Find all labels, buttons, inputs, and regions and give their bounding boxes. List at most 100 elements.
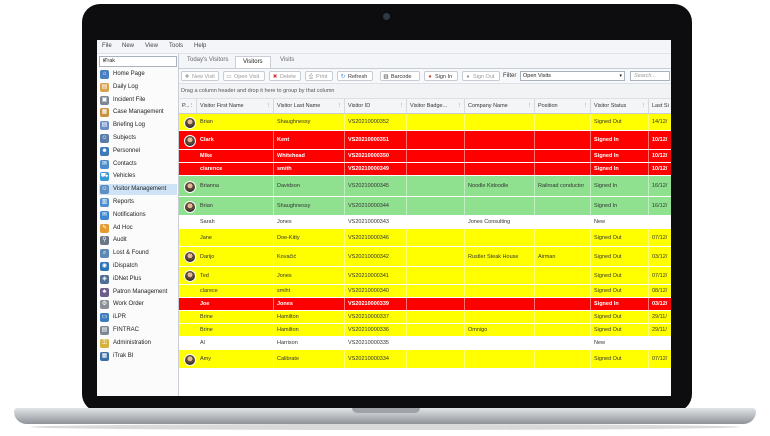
sidebar-item-idispatch[interactable]: ◉ iDispatch bbox=[99, 261, 177, 272]
table-row[interactable]: Jane Doe-Kitty VS20210000346 Signed Out 07/1… bbox=[179, 229, 671, 247]
column-header[interactable]: Company Name ⋮ bbox=[465, 99, 535, 113]
cell-id: VS20210000343 bbox=[345, 216, 407, 228]
delete-button[interactable]: ✖ Delete bbox=[269, 71, 301, 81]
work-order-icon: ⚙ bbox=[100, 300, 109, 310]
sign-in-button[interactable]: ● Sign In bbox=[424, 71, 458, 81]
table-row[interactable]: Al Harrison VS20210000335 New bbox=[179, 337, 671, 350]
barcode-button[interactable]: ▥ Barcode bbox=[380, 71, 420, 81]
table-row[interactable]: Brian Shaughnessy VS20210000352 Signed Out 1… bbox=[179, 114, 671, 131]
sidebar-item-notifications[interactable]: ✉ Notifications bbox=[99, 210, 177, 221]
cell-position bbox=[535, 163, 591, 175]
sidebar-item-fintrac[interactable]: ▤ FINTRAC bbox=[99, 325, 177, 336]
column-menu-icon[interactable]: ⋮ bbox=[583, 99, 589, 113]
column-header[interactable]: Visitor Badge... ⋮ bbox=[407, 99, 465, 113]
column-header[interactable]: Visitor First Name ⋮ bbox=[197, 99, 274, 113]
sidebar-module-select[interactable]: iTrak ▾ bbox=[99, 56, 177, 67]
tab-visitors[interactable]: Visitors bbox=[235, 56, 271, 68]
cell-last-sign: 14/12/ bbox=[649, 114, 671, 130]
table-row[interactable]: Brianna Davidson VS20210000345 Noodle Kidoo… bbox=[179, 176, 671, 197]
cell-position bbox=[535, 350, 591, 368]
case-management-icon: ▦ bbox=[100, 108, 109, 118]
cell-status: New bbox=[591, 216, 649, 228]
menu-tools[interactable]: Tools bbox=[169, 43, 183, 49]
sidebar-item-reports[interactable]: ▥ Reports bbox=[99, 197, 177, 208]
cell-id: VS20210000352 bbox=[345, 114, 407, 130]
search-input[interactable]: Search... bbox=[630, 71, 670, 81]
menu-view[interactable]: View bbox=[145, 43, 158, 49]
table-row[interactable]: Darijo Kovačić VS20210000342 Rustler Steak … bbox=[179, 247, 671, 267]
tab-todays-visitors[interactable]: Today's Visitors bbox=[187, 57, 228, 63]
column-menu-icon[interactable]: ⋮ bbox=[399, 99, 405, 113]
column-menu-icon[interactable]: ⋮ bbox=[337, 99, 343, 113]
sidebar-item-contacts[interactable]: ✉ Contacts bbox=[99, 159, 177, 170]
sidebar-item-idnet-plus[interactable]: ◈ iDNet Plus bbox=[99, 274, 177, 285]
itrak-bi-icon: ▦ bbox=[100, 351, 109, 361]
table-row[interactable]: Mike Whitehead VS20210000350 Signed In 10/12… bbox=[179, 150, 671, 163]
cell-last-sign: 16/12/ bbox=[649, 197, 671, 215]
column-header[interactable]: Last Si bbox=[649, 99, 671, 113]
cell-company bbox=[465, 131, 535, 149]
open-visit-button[interactable]: ▭ Open Visit bbox=[223, 71, 265, 81]
sidebar-item-lost-found[interactable]: ⌕ Lost & Found bbox=[99, 248, 177, 259]
column-menu-icon[interactable]: ⋮ bbox=[457, 99, 463, 113]
table-row[interactable]: Amy Calibrate VS20210000334 Signed Out 07/12… bbox=[179, 350, 671, 369]
reports-icon: ▥ bbox=[100, 198, 109, 207]
sidebar-item-personnel[interactable]: ☻ Personnel bbox=[99, 146, 177, 157]
new-visit-button[interactable]: ✚ New Visit bbox=[181, 71, 219, 81]
sidebar-item-work-order[interactable]: ⚙ Work Order bbox=[99, 299, 177, 310]
table-row[interactable]: Clark Kent VS20210000351 Signed In 10/12/ bbox=[179, 131, 671, 150]
sidebar-item-patron-management[interactable]: ♣ Patron Management bbox=[99, 287, 177, 298]
table-row[interactable]: clarence smith VS20210000349 Signed In 10/12… bbox=[179, 163, 671, 176]
column-menu-icon[interactable]: ⋮ bbox=[527, 99, 533, 113]
cell-badge bbox=[407, 350, 465, 368]
table-row[interactable]: Brian Shaughnessy VS20210000344 Signed In 16… bbox=[179, 197, 671, 216]
cell-id: VS20210000335 bbox=[345, 337, 407, 349]
refresh-button[interactable]: ↻ Refresh bbox=[337, 71, 373, 81]
sidebar-item-label: iDispatch bbox=[113, 263, 138, 269]
menu-bar: File New View Tools Help bbox=[97, 40, 671, 54]
filter-dropdown[interactable]: Open Visits ▾ bbox=[520, 71, 625, 81]
sidebar-item-ad-hoc[interactable]: ✎ Ad Hoc bbox=[99, 223, 177, 234]
table-row[interactable]: Joe Jones VS20210000339 Signed In 03/12/ bbox=[179, 298, 671, 311]
group-by-panel[interactable]: Drag a column header and drop it here to… bbox=[179, 84, 671, 99]
sidebar-item-visitor-management[interactable]: ☺ Visitor Management bbox=[99, 184, 177, 196]
column-header[interactable]: P... ⋮ bbox=[179, 99, 197, 113]
sidebar-item-case-management[interactable]: ▦ Case Management bbox=[99, 107, 177, 118]
column-menu-icon[interactable]: ⋮ bbox=[641, 99, 647, 113]
print-button[interactable]: ⎙ Print bbox=[305, 71, 333, 81]
cell-badge bbox=[407, 298, 465, 310]
sidebar-item-audit[interactable]: ⚲ Audit bbox=[99, 235, 177, 246]
cell-last-sign: 16/12/ bbox=[649, 176, 671, 196]
menu-file[interactable]: File bbox=[102, 43, 112, 49]
table-row[interactable]: Ted Jones VS20210000341 Signed Out 07/12/ bbox=[179, 267, 671, 285]
tab-visits[interactable]: Visits bbox=[280, 57, 294, 63]
menu-new[interactable]: New bbox=[122, 43, 134, 49]
ilpr-icon: ▭ bbox=[100, 313, 109, 323]
column-header[interactable]: Visitor Last Name ⋮ bbox=[274, 99, 345, 113]
sidebar-item-administration[interactable]: ⚿ Administration bbox=[99, 338, 177, 349]
menu-help[interactable]: Help bbox=[194, 43, 206, 49]
table-row[interactable]: clarece smiht VS20210000340 Signed Out 08/12… bbox=[179, 285, 671, 298]
cell-status: Signed Out bbox=[591, 311, 649, 323]
table-row[interactable]: Brine Hamilton VS20210000337 Signed Out 29/1… bbox=[179, 311, 671, 324]
sidebar-item-incident-file[interactable]: ▣ Incident File bbox=[99, 95, 177, 106]
sidebar-item-subjects[interactable]: ☺ Subjects bbox=[99, 133, 177, 144]
table-row[interactable]: Brine Hamilton VS20210000336 Omnigo Signed O… bbox=[179, 324, 671, 337]
sidebar-item-briefing-log[interactable]: ▤ Briefing Log bbox=[99, 120, 177, 131]
column-menu-icon[interactable]: ⋮ bbox=[266, 99, 272, 113]
sidebar-item-home[interactable]: ⌂ Home Page bbox=[99, 69, 177, 80]
cell-last: Calibrate bbox=[274, 350, 345, 368]
sidebar-item-ilpr[interactable]: ▭ iLPR bbox=[99, 312, 177, 323]
sidebar-item-itrak-bi[interactable]: ▦ iTrak BI bbox=[99, 351, 177, 362]
column-header[interactable]: Visitor ID ⋮ bbox=[345, 99, 407, 113]
sidebar-item-vehicles[interactable]: ⛟ Vehicles bbox=[99, 171, 177, 182]
cell-status: Signed Out bbox=[591, 247, 649, 266]
sidebar-item-daily-log[interactable]: ▤ Daily Log bbox=[99, 82, 177, 93]
column-header[interactable]: Visitor Status ⋮ bbox=[591, 99, 649, 113]
column-header[interactable]: Position ⋮ bbox=[535, 99, 591, 113]
sign-out-button[interactable]: ● Sign Out bbox=[462, 71, 500, 81]
cell-badge bbox=[407, 229, 465, 246]
table-row[interactable]: Sarah Jones VS20210000343 Jones Consulting N… bbox=[179, 216, 671, 229]
column-menu-icon[interactable]: ⋮ bbox=[189, 99, 195, 113]
vehicles-icon: ⛟ bbox=[100, 172, 109, 182]
